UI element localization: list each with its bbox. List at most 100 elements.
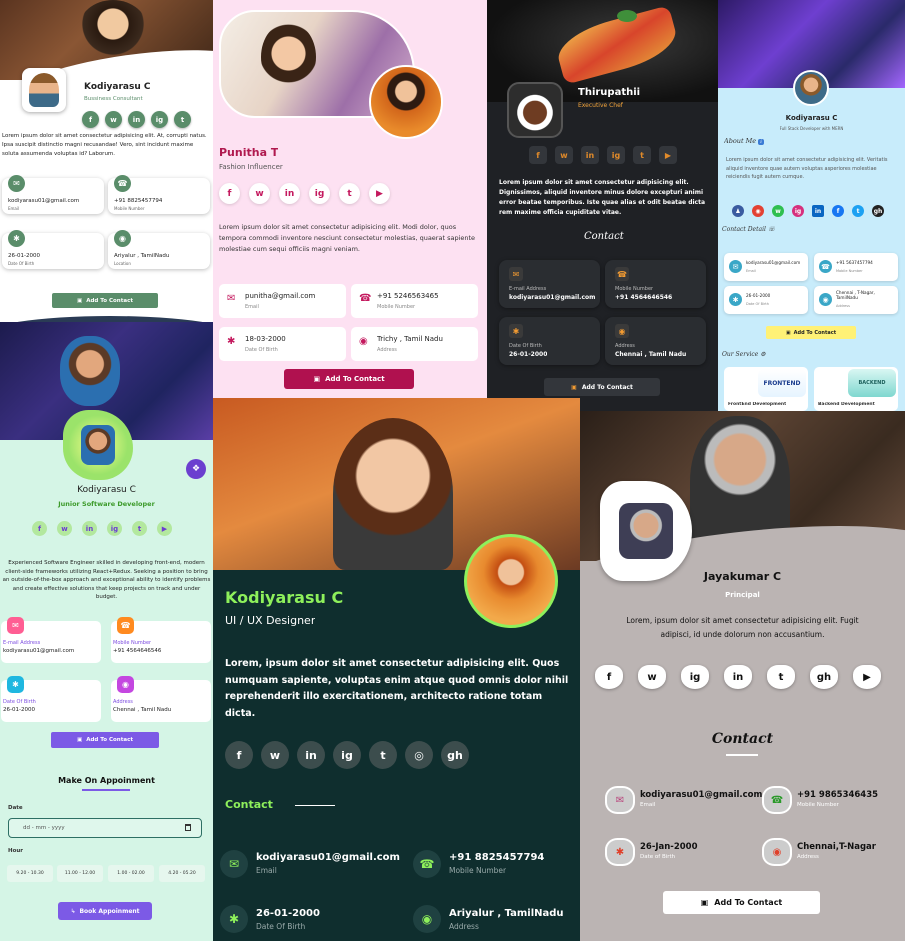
social-links: f w in ig t ▶	[219, 183, 390, 204]
location-icon: ◉	[413, 905, 441, 933]
linkedin-icon[interactable]: in	[812, 205, 824, 217]
profile-role: Principal	[725, 591, 760, 599]
tag-icon[interactable]: ♟	[732, 205, 744, 217]
add-to-contact-button[interactable]: ▣ Add To Contact	[766, 326, 856, 339]
profile-card-business: Kodiyarasu C Bussiness Consultant f w in…	[0, 0, 213, 322]
add-to-contact-button[interactable]: ▣ Add To Contact	[52, 293, 158, 308]
location-icon[interactable]: ◉	[752, 205, 764, 217]
facebook-icon[interactable]: f	[32, 521, 47, 536]
youtube-icon[interactable]: ▶	[659, 146, 677, 164]
twitter-icon[interactable]: t	[339, 183, 360, 204]
email-box[interactable]: ✉ E-mail Address kodiyarasu01@gmail.com	[1, 617, 101, 663]
github-icon[interactable]: gh	[810, 665, 838, 689]
twitter-icon[interactable]: t	[852, 205, 864, 217]
contact-title: Contact Detail ☏	[722, 226, 775, 233]
github-icon[interactable]: gh	[441, 741, 469, 769]
dob-label: Date Of Birth	[509, 343, 542, 349]
email-box[interactable]: ✉ punitha@gmail.com Email	[219, 284, 346, 318]
title-underline	[726, 754, 758, 756]
linkedin-icon[interactable]: in	[297, 741, 325, 769]
linkedin-icon[interactable]: in	[128, 111, 145, 128]
whatsapp-icon[interactable]: w	[105, 111, 122, 128]
globe-icon[interactable]: ◎	[405, 741, 433, 769]
mobile-box[interactable]: ☎ Mobile Number +91 4564646546	[605, 260, 706, 308]
mobile-box[interactable]: ☎ +91 5246563465 Mobile Number	[351, 284, 478, 318]
time-slot[interactable]: 11.00 - 12.00	[57, 865, 103, 882]
linkedin-icon[interactable]: in	[724, 665, 752, 689]
time-slot[interactable]: 1.00 - 02.00	[108, 865, 154, 882]
dob-value: 26-01-2000	[256, 908, 320, 919]
mail-icon: ✉	[7, 617, 24, 634]
time-slot[interactable]: 9.20 - 10.30	[7, 865, 53, 882]
dob-box: ✱ 18-03-2000 Date Of Birth	[219, 327, 346, 361]
address-label: Address	[615, 343, 635, 349]
dob-label: Date Of Birth	[8, 261, 35, 266]
linkedin-icon[interactable]: in	[279, 183, 300, 204]
instagram-icon[interactable]: ig	[607, 146, 625, 164]
social-links: f w in ig t	[82, 111, 191, 128]
time-slot[interactable]: 4.20 - 05.20	[159, 865, 205, 882]
whatsapp-icon[interactable]: w	[249, 183, 270, 204]
avatar	[507, 82, 563, 138]
facebook-icon[interactable]: f	[225, 741, 253, 769]
instagram-icon[interactable]: ig	[681, 665, 709, 689]
phone-icon: ☎	[819, 260, 832, 273]
dob-label: Date Of Birth	[245, 347, 278, 353]
badge-icon[interactable]: ❖	[186, 459, 206, 479]
service-card-backend[interactable]: BACKEND Backend Development	[814, 367, 898, 411]
add-to-contact-button[interactable]: ▣ Add To Contact	[51, 732, 159, 748]
email-label: Email	[640, 802, 656, 808]
youtube-icon[interactable]: ▶	[369, 183, 390, 204]
twitter-icon[interactable]: t	[633, 146, 651, 164]
youtube-icon[interactable]: ▶	[853, 665, 881, 689]
profile-role: Fashion Influencer	[219, 163, 283, 171]
whatsapp-icon[interactable]: w	[555, 146, 573, 164]
facebook-icon[interactable]: f	[219, 183, 240, 204]
whatsapp-icon[interactable]: w	[638, 665, 666, 689]
facebook-icon[interactable]: f	[529, 146, 547, 164]
address-box: ◉ Address Chennai , Tamil Nadu	[605, 317, 706, 365]
facebook-icon[interactable]: f	[82, 111, 99, 128]
instagram-icon[interactable]: ig	[792, 205, 804, 217]
email-box[interactable]: ✉ kodiyarasu01@gmail.com Email	[724, 253, 808, 281]
instagram-icon[interactable]: ig	[309, 183, 330, 204]
facebook-icon[interactable]: f	[832, 205, 844, 217]
twitter-icon[interactable]: t	[174, 111, 191, 128]
facebook-icon[interactable]: f	[595, 665, 623, 689]
mail-icon: ✉	[227, 293, 236, 304]
email-box[interactable]: ✉ E-mail Address kodiyarasu01@gmail.com	[499, 260, 600, 308]
instagram-icon[interactable]: ig	[333, 741, 361, 769]
gear-icon: ⚙	[760, 351, 766, 358]
email-label: Email	[245, 304, 259, 310]
add-to-contact-button[interactable]: ▣ Add To Contact	[544, 378, 660, 396]
instagram-icon[interactable]: ig	[107, 521, 122, 536]
whatsapp-icon[interactable]: w	[261, 741, 289, 769]
add-to-contact-button[interactable]: ▣ Add To Contact	[663, 891, 820, 914]
mobile-label: Mobile Number	[114, 206, 145, 211]
mobile-box[interactable]: ☎ +91 5637457794 Mobile Number	[814, 253, 898, 281]
date-input[interactable]: dd - mm - yyyy	[8, 818, 202, 838]
linkedin-icon[interactable]: in	[581, 146, 599, 164]
twitter-icon[interactable]: t	[369, 741, 397, 769]
linkedin-icon[interactable]: in	[82, 521, 97, 536]
email-box[interactable]: ✉ kodiyarasu01@gmail.com Email	[2, 175, 104, 214]
mobile-box[interactable]: ☎ Mobile Number +91 4564646546	[111, 617, 211, 663]
mail-icon: ✉	[220, 850, 248, 878]
github-icon[interactable]: gh	[872, 205, 884, 217]
youtube-icon[interactable]: ▶	[157, 521, 172, 536]
email-label: Email	[8, 206, 20, 211]
twitter-icon[interactable]: t	[767, 665, 795, 689]
dob-value: 26-01-2000	[3, 707, 35, 713]
book-appointment-button[interactable]: ↳ Book Appoinment	[58, 902, 152, 920]
phone-icon: ☎	[114, 175, 131, 192]
whatsapp-icon[interactable]: w	[772, 205, 784, 217]
info-icon: i	[758, 139, 764, 145]
calendar-icon[interactable]	[185, 824, 191, 831]
bio-text: Lorem ipsum dolor sit amet consectetur a…	[219, 223, 476, 253]
whatsapp-icon[interactable]: w	[57, 521, 72, 536]
mobile-box[interactable]: ☎ +91 8825457794 Mobile Number	[108, 175, 210, 214]
add-to-contact-button[interactable]: ▣ Add To Contact	[284, 369, 414, 389]
instagram-icon[interactable]: ig	[151, 111, 168, 128]
service-card-frontend[interactable]: FRONTEND FrontEnd Development	[724, 367, 808, 411]
twitter-icon[interactable]: t	[132, 521, 147, 536]
